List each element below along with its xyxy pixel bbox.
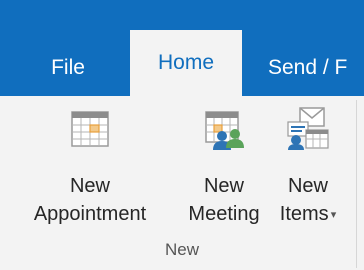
- group-label-new: New: [164, 240, 199, 259]
- new-items-icon: [287, 107, 329, 150]
- tab-file[interactable]: File: [36, 40, 100, 96]
- meeting-icon: [205, 111, 244, 150]
- new-items-label-line2: Items ▾: [280, 200, 336, 229]
- new-appointment-label-line2: Appointment: [33, 203, 147, 225]
- new-items-label-line1: New: [287, 175, 328, 197]
- new-meeting-label-line1: New: [203, 175, 244, 197]
- new-meeting-button[interactable]: New Meeting: [172, 104, 276, 238]
- tab-home[interactable]: Home: [130, 30, 242, 96]
- calendar-icon: [71, 111, 109, 147]
- new-items-button[interactable]: New Items ▾: [266, 104, 350, 238]
- tab-send-receive[interactable]: Send / F: [268, 40, 364, 96]
- new-meeting-label-line2: Meeting: [188, 203, 260, 225]
- chevron-down-icon: ▾: [330, 208, 337, 221]
- new-items-label-text: Items: [279, 203, 329, 225]
- new-appointment-label-line1: New: [69, 175, 110, 197]
- group-label: New: [0, 240, 364, 260]
- new-appointment-button[interactable]: New Appointment: [4, 104, 176, 238]
